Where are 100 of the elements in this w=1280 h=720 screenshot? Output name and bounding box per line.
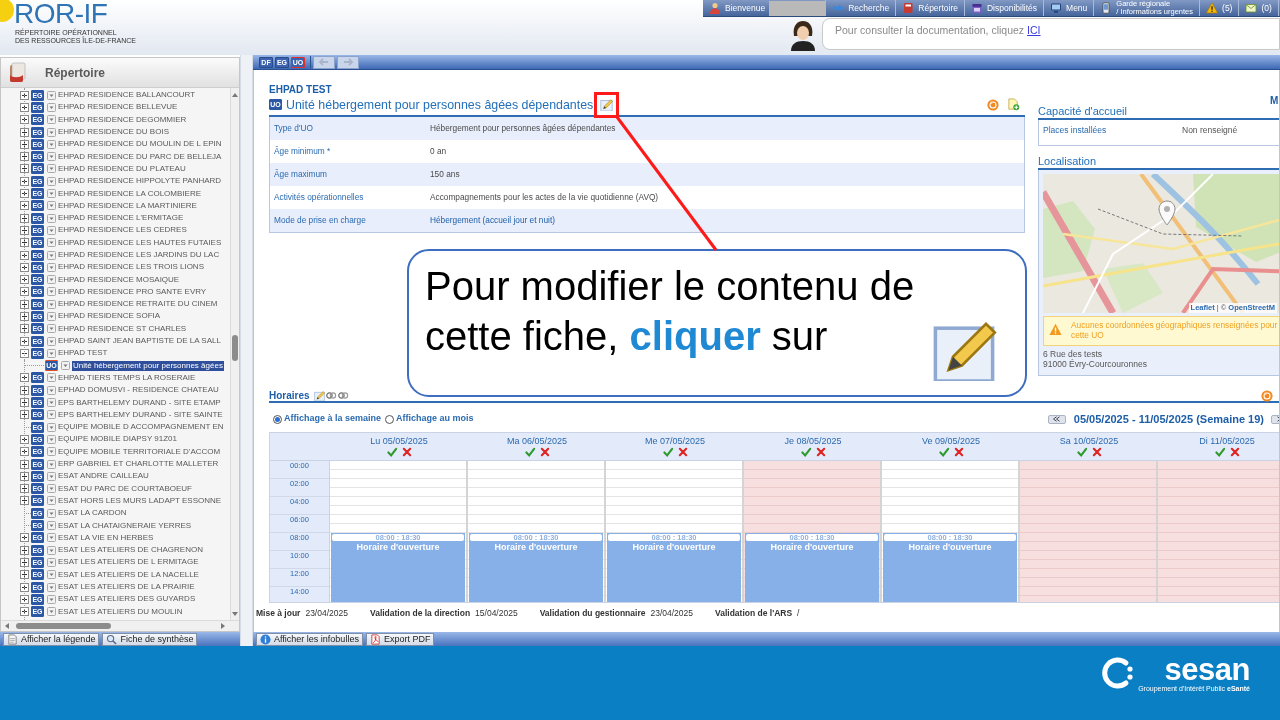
- check-icon[interactable]: [1214, 447, 1226, 457]
- tree-item[interactable]: EHPAD TIERS TEMPS LA ROSERAIE: [58, 372, 196, 383]
- scrollbar-thumb[interactable]: [232, 335, 238, 361]
- dropdown-icon[interactable]: [47, 582, 56, 592]
- chain-link-icon[interactable]: [336, 390, 349, 401]
- dropdown-icon[interactable]: [47, 102, 56, 112]
- expand-icon[interactable]: [20, 287, 29, 297]
- dropdown-icon[interactable]: [47, 410, 56, 420]
- dropdown-icon[interactable]: [47, 557, 56, 567]
- expand-icon[interactable]: [20, 127, 29, 137]
- tree-item[interactable]: ESAT LA CHATAIGNERAIE YERRES: [58, 520, 192, 531]
- expand-icon[interactable]: [20, 238, 29, 248]
- pencil-icon[interactable]: [600, 98, 614, 111]
- dropdown-icon[interactable]: [47, 348, 56, 358]
- pencil-icon[interactable]: [313, 390, 325, 401]
- expand-icon[interactable]: [20, 545, 29, 555]
- radio-label[interactable]: Affichage à la semaine: [284, 412, 382, 426]
- tree-item[interactable]: EHPAD RESIDENCE SOFIA: [58, 311, 161, 322]
- expand-icon[interactable]: [20, 459, 29, 469]
- scroll-left-icon[interactable]: [3, 622, 11, 630]
- expand-icon[interactable]: [20, 385, 29, 395]
- check-icon[interactable]: [800, 447, 812, 457]
- tree-item[interactable]: EHPAD RESIDENCE BELLEVUE: [58, 102, 178, 113]
- sphere-icon[interactable]: [987, 98, 999, 111]
- cross-icon[interactable]: [401, 447, 412, 457]
- collapse-icon[interactable]: [20, 348, 29, 358]
- tree-item[interactable]: EHPAD RESIDENCE DU PARC DE BELLEJA: [58, 151, 222, 162]
- check-icon[interactable]: [1076, 447, 1088, 457]
- summary-sheet-button[interactable]: Fiche de synthèse: [102, 633, 198, 646]
- tree-item[interactable]: EQUIPE MOBILE D ACCOMPAGNEMENT EN: [58, 422, 224, 433]
- cross-icon[interactable]: [1229, 447, 1240, 457]
- dropdown-icon[interactable]: [47, 607, 56, 617]
- tree-item[interactable]: EQUIPE MOBILE TERRITORIALE D'ACCOM: [58, 446, 221, 457]
- expand-icon[interactable]: [20, 102, 29, 112]
- corner-link[interactable]: M: [1270, 95, 1279, 106]
- cross-icon[interactable]: [953, 447, 964, 457]
- sphere-icon[interactable]: [1261, 389, 1273, 402]
- check-icon[interactable]: [524, 447, 536, 457]
- expand-icon[interactable]: [20, 115, 29, 125]
- dropdown-icon[interactable]: [47, 447, 56, 457]
- radio-label[interactable]: Affichage au mois: [396, 412, 474, 426]
- dropdown-icon[interactable]: [47, 139, 56, 149]
- nav-button[interactable]: (5): [1200, 0, 1240, 16]
- dropdown-icon[interactable]: [47, 287, 56, 297]
- dropdown-icon[interactable]: [47, 484, 56, 494]
- tree-item[interactable]: ESAT LES ATELIERS DE CHAGRENON: [58, 545, 203, 556]
- tree-item[interactable]: EHPAD RESIDENCE DU MOULIN DE L EPIN: [58, 139, 222, 150]
- dropdown-icon[interactable]: [47, 434, 56, 444]
- dropdown-icon[interactable]: [47, 459, 56, 469]
- tree-item[interactable]: ESAT LES ATELIERS DE L ERMITAGE: [58, 557, 199, 568]
- add-document-icon[interactable]: [1007, 98, 1020, 111]
- expand-icon[interactable]: [20, 570, 29, 580]
- tree-item[interactable]: EPS BARTHELEMY DURAND - SITE SAINTE: [58, 409, 223, 420]
- tree-item[interactable]: EHPAD SAINT JEAN BAPTISTE DE LA SALL: [58, 336, 221, 347]
- expand-icon[interactable]: [20, 484, 29, 494]
- export-pdf-button[interactable]: Export PDF: [365, 633, 435, 646]
- tree-item[interactable]: EHPAD RESIDENCE DEGOMMIER: [58, 114, 187, 125]
- tree-item[interactable]: ESAT LES ATELIERS DE LA NACELLE: [58, 569, 199, 580]
- scroll-right-icon[interactable]: [219, 622, 227, 630]
- dropdown-icon[interactable]: [47, 250, 56, 260]
- tree-item[interactable]: EHPAD RESIDENCE LES CEDRES: [58, 225, 187, 236]
- check-icon[interactable]: [938, 447, 950, 457]
- dropdown-icon[interactable]: [47, 176, 56, 186]
- dropdown-icon[interactable]: [47, 127, 56, 137]
- scroll-down-icon[interactable]: [231, 610, 239, 618]
- dropdown-icon[interactable]: [47, 201, 56, 211]
- tree-item[interactable]: EHPAD RESIDENCE HIPPOLYTE PANHARD: [58, 176, 222, 187]
- expand-icon[interactable]: [20, 496, 29, 506]
- expand-icon[interactable]: [20, 164, 29, 174]
- dropdown-icon[interactable]: [47, 324, 56, 334]
- tooltips-button[interactable]: Afficher les infobulles: [256, 633, 363, 646]
- expand-icon[interactable]: [20, 176, 29, 186]
- expand-icon[interactable]: [20, 250, 29, 260]
- dropdown-icon[interactable]: [61, 361, 70, 371]
- scroll-up-icon[interactable]: [231, 91, 239, 99]
- check-icon[interactable]: [386, 447, 398, 457]
- expand-icon[interactable]: [20, 434, 29, 444]
- tree-item[interactable]: EHPAD RESIDENCE L'ERMITAGE: [58, 213, 184, 224]
- tree-item[interactable]: EHPAD TEST: [58, 348, 108, 359]
- tree-item[interactable]: EHPAD RESIDENCE DU PLATEAU: [58, 163, 186, 174]
- nav-button[interactable]: Disponibilités: [964, 0, 1045, 16]
- documentation-link[interactable]: ICI: [1027, 24, 1041, 36]
- expand-icon[interactable]: [20, 447, 29, 457]
- tree-item[interactable]: ESAT LES ATELIERS DES GUYARDS: [58, 594, 196, 605]
- tree-item[interactable]: Unité hébergement pour personnes âgées: [72, 360, 224, 371]
- expand-icon[interactable]: [20, 152, 29, 162]
- tree-item[interactable]: EQUIPE MOBILE DIAPSY 91Z01: [58, 434, 177, 445]
- scrollbar-thumb[interactable]: [16, 623, 111, 629]
- dropdown-icon[interactable]: [47, 189, 56, 198]
- dropdown-icon[interactable]: [47, 238, 56, 248]
- tree-item[interactable]: ESAT LES ATELIERS DU MOULIN: [58, 606, 183, 617]
- expand-icon[interactable]: [20, 607, 29, 617]
- dropdown-icon[interactable]: [47, 533, 56, 543]
- expand-icon[interactable]: [20, 398, 29, 408]
- cross-icon[interactable]: [815, 447, 826, 457]
- dropdown-icon[interactable]: [47, 90, 56, 100]
- tree-item[interactable]: EHPAD RESIDENCE PRO SANTE EVRY: [58, 286, 207, 297]
- expand-icon[interactable]: [20, 262, 29, 272]
- dropdown-icon[interactable]: [47, 496, 56, 506]
- cross-icon[interactable]: [677, 447, 688, 457]
